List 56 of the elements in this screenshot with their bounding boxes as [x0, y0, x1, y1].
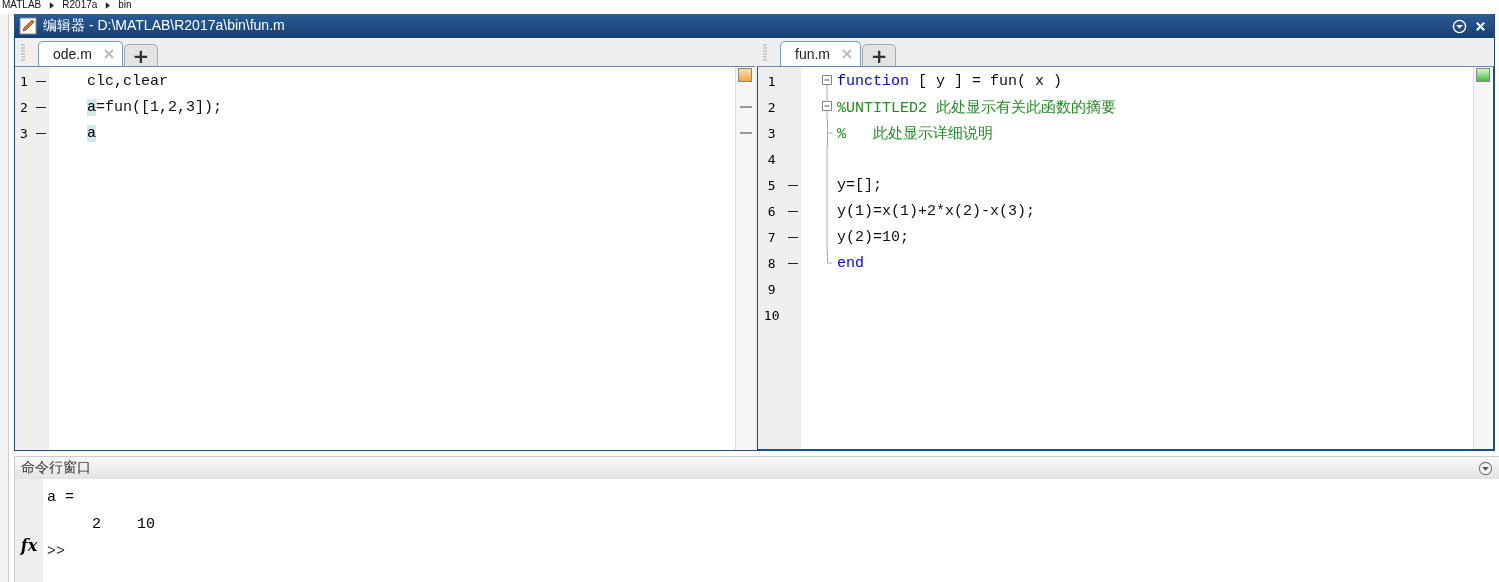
code-line: function [ y ] = fun( x ): [837, 72, 1063, 90]
file-tab[interactable]: fun.m: [780, 41, 861, 66]
panel-title: 命令行窗口: [21, 459, 91, 477]
line-number: 9: [766, 281, 777, 297]
breakpoint-dash[interactable]: [788, 210, 799, 212]
pencil-icon: [19, 17, 37, 35]
breadcrumb-item[interactable]: MATLAB: [2, 0, 42, 10]
breadcrumb-arrow-icon: [49, 1, 55, 9]
code-line: end: [837, 254, 864, 272]
new-tab-button[interactable]: +: [862, 44, 896, 66]
code-line: y(1)=x(1)+2*x(2)-x(3);: [837, 202, 1036, 220]
line-number: 1: [19, 73, 29, 89]
grip-icon[interactable]: [21, 43, 25, 61]
line-number: 7: [766, 229, 777, 245]
dropdown-icon[interactable]: [1478, 460, 1493, 476]
file-tab[interactable]: ode.m: [38, 41, 123, 66]
line-number: 3: [19, 125, 29, 141]
line-number: 2: [19, 99, 29, 115]
breakpoint-dash[interactable]: [788, 262, 799, 264]
line-number: 4: [766, 151, 777, 167]
status-indicator[interactable]: [738, 68, 752, 82]
line-number: 5: [766, 177, 777, 193]
line-number: 10: [762, 307, 781, 323]
code-line: y(2)=10;: [837, 228, 909, 246]
grip-icon[interactable]: [763, 43, 767, 61]
code-line: a=fun([1,2,3]);: [87, 98, 223, 116]
code-line: clc,clear: [87, 72, 168, 90]
code-editor[interactable]: 1 2 3 clc,clear a=fun([1,2,3]); a: [15, 67, 755, 450]
status-indicator[interactable]: [1476, 68, 1490, 82]
breakpoint-dash[interactable]: [788, 236, 799, 238]
new-tab-button[interactable]: +: [123, 44, 158, 66]
warning-marker[interactable]: [739, 106, 752, 108]
breadcrumb-item[interactable]: bin: [118, 0, 132, 10]
fold-icon[interactable]: [821, 94, 833, 120]
code-line: y=[];: [837, 176, 882, 194]
line-number: 2: [766, 99, 777, 115]
fold-end-icon: [826, 250, 833, 264]
breadcrumb-arrow-icon: [105, 1, 111, 9]
warning-marker[interactable]: [739, 132, 752, 134]
window-title: 编辑器 - D:\MATLAB\R2017a\bin\fun.m: [43, 17, 285, 35]
breakpoint-dash[interactable]: [36, 132, 46, 134]
breakpoint-dash[interactable]: [36, 80, 46, 82]
code-line: %UNTITLED2 此处显示有关此函数的摘要: [837, 98, 1117, 117]
line-number: 8: [766, 255, 777, 271]
breakpoint-dash[interactable]: [788, 184, 799, 186]
code-line: % 此处显示详细说明: [837, 124, 993, 143]
output-text: 2 10: [91, 516, 156, 533]
function-browser-button[interactable]: fx: [20, 536, 38, 555]
line-number: 6: [766, 203, 777, 219]
line-number: 1: [766, 73, 777, 89]
breakpoint-dash[interactable]: [36, 106, 46, 108]
line-number: 3: [766, 125, 777, 141]
breadcrumb-item[interactable]: R2017a: [62, 0, 98, 10]
command-prompt[interactable]: >>: [47, 543, 65, 560]
code-editor[interactable]: 1 2 3 4 5 6 7 8 9 10 function [ y ] = fun( x ) %UNTITLED2 此处显示有关此函数的摘要 % 此处显示详细说明 y=[]; y(1)=x(1)+2*x(2)-x(3); y(2)=10; end: [757, 67, 1494, 450]
output-text: a =: [47, 489, 74, 506]
